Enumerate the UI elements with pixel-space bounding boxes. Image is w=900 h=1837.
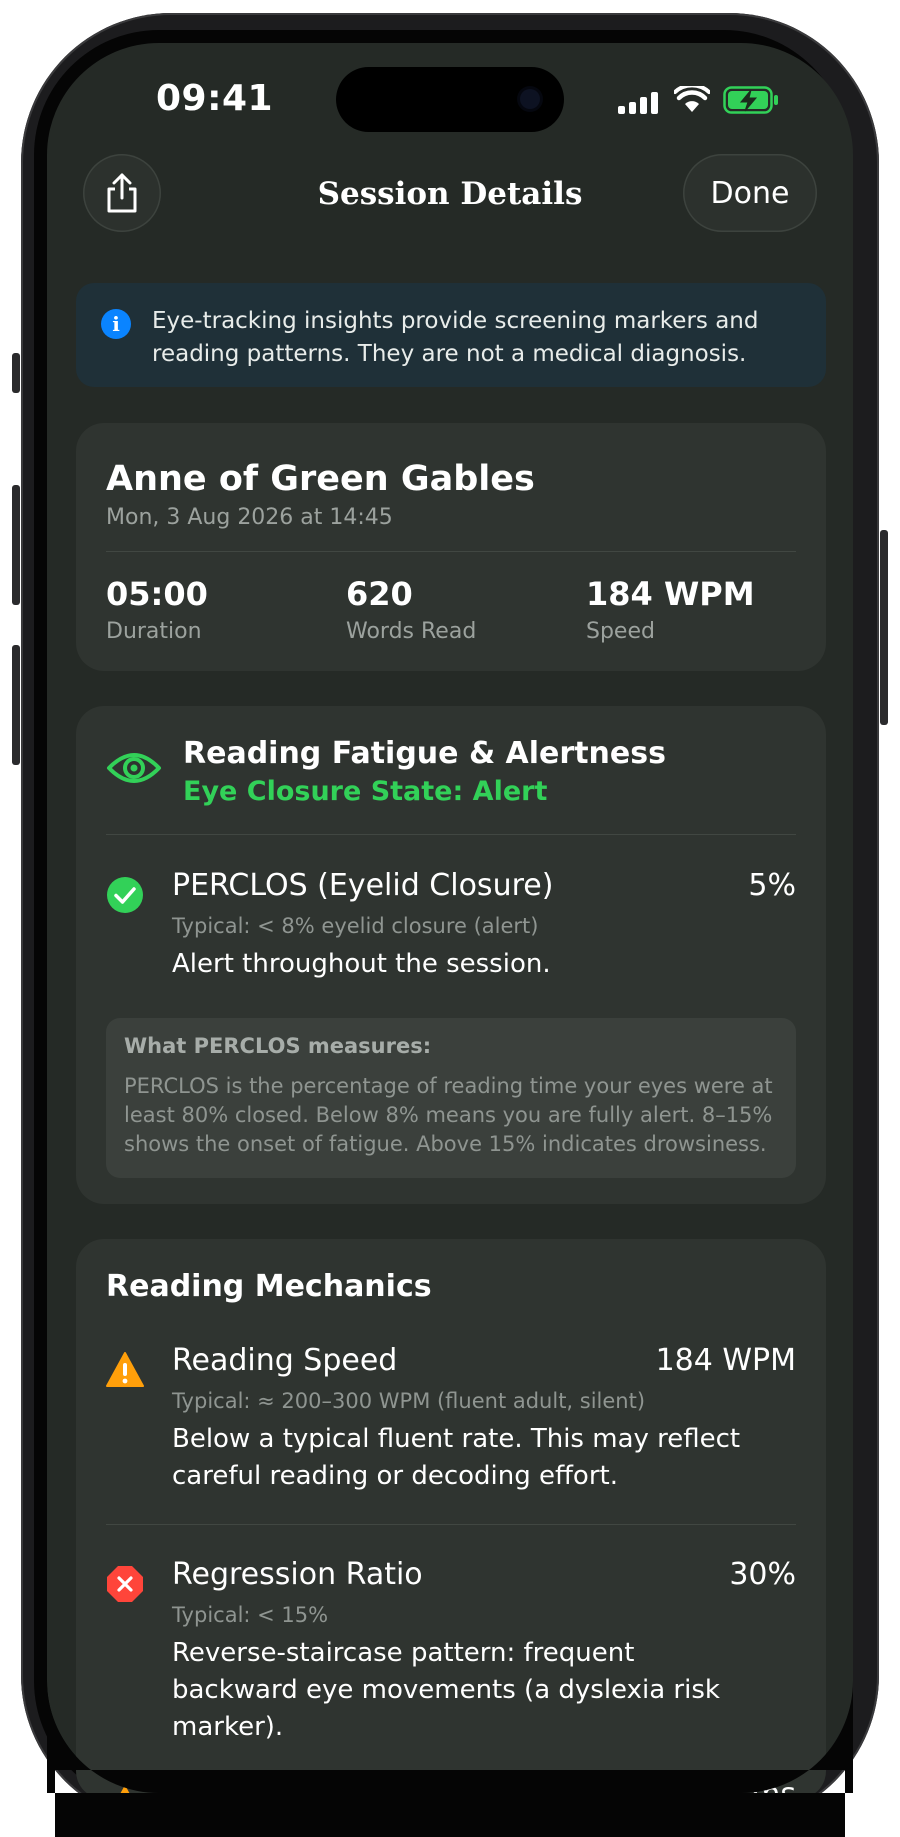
- metric-typical: Typical: < 15%: [172, 1603, 329, 1627]
- stat-words-read: 620 Words Read: [346, 575, 476, 644]
- eye-closure-state: Eye Closure State: Alert: [183, 776, 548, 807]
- divider: [106, 834, 796, 835]
- stat-label: Speed: [586, 619, 655, 644]
- check-circle-icon: [107, 877, 143, 913]
- explainer-text: PERCLOS is the percentage of reading tim…: [124, 1074, 773, 1156]
- divider: [106, 1524, 796, 1525]
- reading-speed-metric: Reading Speed 184 WPM Typical: ≈ 200–300…: [106, 1343, 796, 1503]
- fatigue-card: Reading Fatigue & Alertness Eye Closure …: [76, 706, 826, 1204]
- stat-speed: 184 WPM Speed: [586, 575, 755, 644]
- section-title: Reading Mechanics: [106, 1269, 432, 1304]
- fatigue-title: Reading Fatigue & Alertness: [183, 736, 666, 771]
- metric-name: Reading Speed: [172, 1343, 398, 1378]
- session-date: Mon, 3 Aug 2026 at 14:45: [106, 505, 393, 530]
- perclos-metric: PERCLOS (Eyelid Closure) 5% Typical: < 8…: [106, 868, 796, 988]
- error-octagon-icon: [107, 1566, 143, 1602]
- metric-typical: Typical: ≈ 200–300 WPM (fluent adult, si…: [172, 1389, 646, 1413]
- stat-value: 620: [346, 575, 413, 613]
- status-time: 09:41: [156, 78, 274, 119]
- metric-description: Below a typical fluent rate. This may re…: [172, 1424, 741, 1491]
- front-camera: [520, 89, 540, 109]
- stat-value: 05:00: [106, 575, 208, 613]
- phone-bottom-frame: [80, 1793, 820, 1806]
- power-button: [880, 530, 888, 725]
- session-summary-card: Anne of Green Gables Mon, 3 Aug 2026 at …: [76, 423, 826, 671]
- book-title: Anne of Green Gables: [106, 459, 535, 499]
- stat-value: 184 WPM: [586, 575, 755, 613]
- volume-down-button: [12, 645, 20, 765]
- reading-mechanics-card: Reading Mechanics Reading Speed 184 WPM …: [76, 1239, 826, 1821]
- metric-name: Regression Ratio: [172, 1557, 423, 1592]
- wifi-icon: [674, 86, 710, 112]
- regression-ratio-metric: Regression Ratio 30% Typical: < 15% Reve…: [106, 1557, 796, 1742]
- fixation-duration-metric: Avg. Fixation Duration 272 ms: [106, 1777, 796, 1837]
- action-button: [12, 353, 20, 393]
- cellular-signal-icon: [618, 92, 660, 114]
- metric-description: Alert throughout the session.: [172, 949, 551, 979]
- metric-value: 5%: [748, 868, 796, 903]
- stat-label: Duration: [106, 619, 202, 644]
- disclaimer-text: Eye-tracking insights provide screening …: [152, 308, 759, 367]
- stat-duration: 05:00 Duration: [106, 575, 208, 644]
- info-icon: i: [101, 309, 131, 339]
- perclos-explainer: What PERCLOS measures: PERCLOS is the pe…: [106, 1018, 796, 1178]
- divider: [106, 551, 796, 552]
- metric-value: 30%: [729, 1557, 796, 1592]
- volume-up-button: [12, 485, 20, 605]
- battery-charging-icon: [723, 86, 778, 114]
- metric-name: PERCLOS (Eyelid Closure): [172, 868, 554, 903]
- done-button[interactable]: Done: [683, 154, 817, 232]
- metric-typical: Typical: < 8% eyelid closure (alert): [172, 914, 539, 938]
- warning-triangle-icon: [106, 1352, 144, 1387]
- disclaimer-banner: i Eye-tracking insights provide screenin…: [76, 283, 826, 387]
- stat-label: Words Read: [346, 619, 477, 644]
- metric-value: 184 WPM: [655, 1343, 796, 1378]
- metric-description: Reverse-staircase pattern: frequent back…: [172, 1638, 720, 1742]
- explainer-heading: What PERCLOS measures:: [124, 1034, 432, 1058]
- eye-icon: [107, 753, 161, 783]
